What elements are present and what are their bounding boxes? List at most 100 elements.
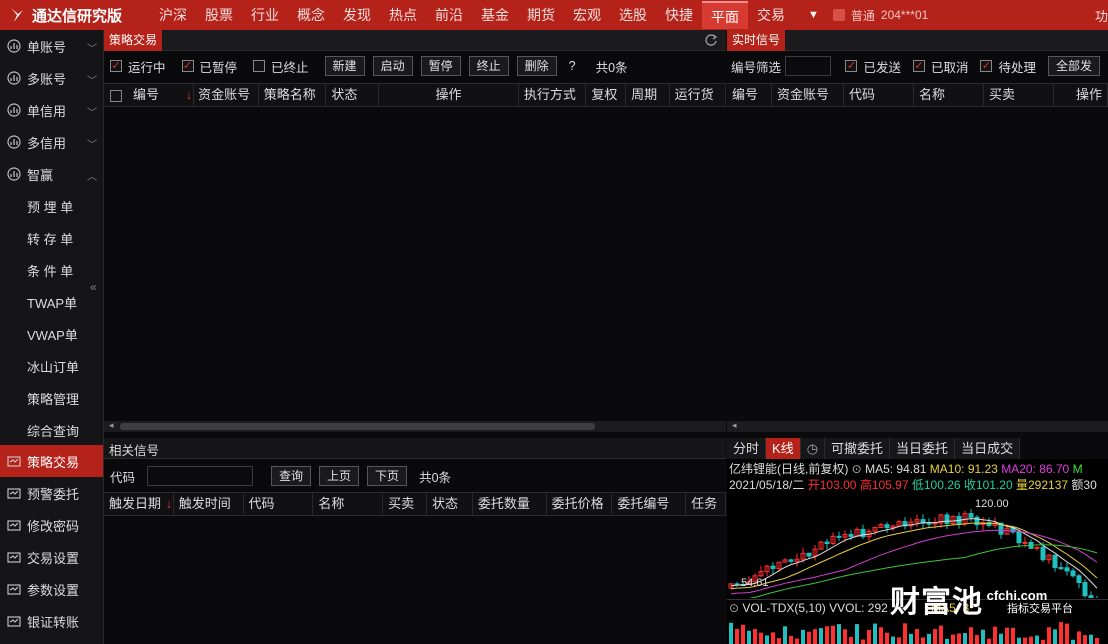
scroll-left-icon[interactable]: ◂ <box>732 420 737 431</box>
sidebar-group-item[interactable]: 智赢 ︿ <box>0 158 103 190</box>
column-header[interactable]: 资金账号 <box>772 84 844 106</box>
column-header[interactable]: 操作 <box>1054 84 1108 106</box>
sidebar-sub-item[interactable]: 综合查询 <box>0 414 103 446</box>
column-header[interactable]: 周期 <box>626 84 669 106</box>
column-header[interactable]: 触发时间 <box>174 493 244 515</box>
account-selector[interactable]: 普通 204***01 <box>833 7 928 24</box>
code-input[interactable] <box>147 466 253 486</box>
column-header[interactable]: 名称 <box>914 84 984 106</box>
menu-item[interactable]: 交易 <box>748 0 794 30</box>
chart-tab[interactable]: K线 <box>766 438 801 459</box>
filter-checkbox[interactable]: ✓ 待处理 <box>980 57 1036 76</box>
clock-icon[interactable]: ◷ <box>801 438 825 459</box>
chevron-down-icon[interactable]: ﹀ <box>87 72 97 87</box>
checkbox-checked-icon[interactable]: ✓ <box>913 60 925 72</box>
checkbox-checked-icon[interactable]: ✓ <box>110 60 122 72</box>
column-header[interactable]: 编号 <box>727 84 772 106</box>
column-header[interactable]: 代码 <box>844 84 914 106</box>
menu-item[interactable]: 基金 <box>472 0 518 30</box>
sidebar-group-item[interactable]: 多信用 ﹀ <box>0 126 103 158</box>
filter-input[interactable] <box>785 56 831 76</box>
strategy-button[interactable]: 启动 <box>373 56 413 76</box>
checkbox-checked-icon[interactable]: ✓ <box>182 60 194 72</box>
tab-realtime-signal[interactable]: 实时信号 <box>727 30 785 51</box>
select-all-checkbox[interactable] <box>104 84 128 106</box>
ma-toggle-icon[interactable]: ⊙ <box>852 462 862 476</box>
column-header[interactable]: 买卖 <box>984 84 1054 106</box>
sidebar-sub-item[interactable]: 条 件 单 <box>0 254 103 286</box>
strategy-button[interactable]: 暂停 <box>421 56 461 76</box>
menu-item[interactable]: 选股 <box>610 0 656 30</box>
checkbox-checked-icon[interactable]: ✓ <box>845 60 857 72</box>
sort-arrow-icon[interactable]: ↓ <box>166 493 174 515</box>
chevron-down-icon[interactable]: ﹀ <box>87 40 97 55</box>
refresh-icon[interactable] <box>704 33 718 47</box>
sidebar-item[interactable]: 预警委托 <box>0 477 103 509</box>
column-header[interactable]: 委托价格 <box>547 493 613 515</box>
column-header[interactable]: 任务 <box>686 493 726 515</box>
strategy-button[interactable]: 删除 <box>517 56 557 76</box>
column-header[interactable]: 买卖 <box>383 493 427 515</box>
menu-item[interactable]: 快捷 <box>656 0 702 30</box>
help-icon[interactable]: ? <box>569 59 576 73</box>
menu-item[interactable]: 股票 <box>196 0 242 30</box>
sidebar-item[interactable]: 策略交易 <box>0 445 103 477</box>
collapse-sidebar-icon[interactable]: « <box>90 280 97 294</box>
vol-toggle-icon[interactable]: ⊙ <box>729 601 739 615</box>
sidebar-sub-item[interactable]: 预 埋 单 <box>0 190 103 222</box>
scroll-thumb[interactable] <box>120 423 595 430</box>
sidebar-group-item[interactable]: 单信用 ﹀ <box>0 94 103 126</box>
column-header[interactable]: 执行方式 <box>519 84 587 106</box>
filter-checkbox[interactable]: ✓ 已暂停 <box>182 57 238 76</box>
strategy-button[interactable]: 新建 <box>325 56 365 76</box>
sidebar-group-item[interactable]: 单账号 ﹀ <box>0 30 103 62</box>
strategy-button[interactable]: 终止 <box>469 56 509 76</box>
menu-item[interactable]: 热点 <box>380 0 426 30</box>
column-header[interactable]: 操作 <box>379 84 519 106</box>
sidebar-sub-item[interactable]: 冰山订单 <box>0 350 103 382</box>
chart-tab[interactable]: 可撤委托 <box>825 438 890 459</box>
checkbox-checked-icon[interactable]: ✓ <box>980 60 992 72</box>
sidebar-sub-item[interactable]: VWAP单 <box>0 318 103 350</box>
column-header[interactable]: 编号 <box>128 84 194 106</box>
sidebar-sub-item[interactable]: 转 存 单 <box>0 222 103 254</box>
filter-checkbox[interactable]: 已终止 <box>253 57 309 76</box>
menu-item[interactable]: 前沿 <box>426 0 472 30</box>
tab-strategy-trading[interactable]: 策略交易 <box>104 30 162 51</box>
filter-checkbox[interactable]: ✓ 已取消 <box>913 57 969 76</box>
sidebar-item[interactable]: 修改密码 <box>0 509 103 541</box>
column-header[interactable]: 状态 <box>326 84 379 106</box>
column-header[interactable]: 触发日期 <box>104 493 174 515</box>
menu-item[interactable]: 行业 <box>242 0 288 30</box>
checkbox-icon[interactable] <box>253 60 265 72</box>
strategy-hscrollbar[interactable]: ◂ <box>104 421 726 432</box>
sort-arrow-icon[interactable]: ↓ <box>186 84 193 106</box>
column-header[interactable]: 策略名称 <box>259 84 327 106</box>
column-header[interactable]: 委托数量 <box>473 493 547 515</box>
filter-checkbox[interactable]: ✓ 已发送 <box>845 57 901 76</box>
sidebar-sub-item[interactable]: TWAP单 <box>0 286 103 318</box>
signal-button[interactable]: 查询 <box>271 466 311 486</box>
chevron-down-icon[interactable]: ﹀ <box>87 136 97 151</box>
column-header[interactable]: 名称 <box>313 493 383 515</box>
chevron-up-icon[interactable]: ︿ <box>87 168 97 183</box>
send-all-button[interactable]: 全部发 <box>1048 56 1100 76</box>
sidebar-sub-item[interactable]: 策略管理 <box>0 382 103 414</box>
column-header[interactable]: 代码 <box>244 493 314 515</box>
kline-chart[interactable]: 亿纬锂能(日线,前复权) ⊙ MA5: 94.81 MA10: 91.23 MA… <box>727 459 1108 644</box>
menu-trail[interactable]: 功 <box>1095 6 1108 25</box>
sidebar-item[interactable]: 参数设置 <box>0 573 103 605</box>
chart-tab[interactable]: 当日委托 <box>890 438 955 459</box>
menu-item[interactable]: 期货 <box>518 0 564 30</box>
sidebar-item[interactable]: 交易设置 <box>0 541 103 573</box>
column-header[interactable]: 复权 <box>586 84 626 106</box>
chevron-down-icon[interactable]: ﹀ <box>87 104 97 119</box>
column-header[interactable]: 状态 <box>427 493 473 515</box>
menu-item[interactable]: 发现 <box>334 0 380 30</box>
sidebar-item[interactable]: 银证转账 <box>0 605 103 637</box>
chart-tab[interactable]: 分时 <box>727 438 766 459</box>
scroll-left-icon[interactable]: ◂ <box>109 420 114 431</box>
signal-button[interactable]: 下页 <box>367 466 407 486</box>
dropdown-icon[interactable]: ▼ <box>808 9 819 21</box>
menu-item[interactable]: 概念 <box>288 0 334 30</box>
